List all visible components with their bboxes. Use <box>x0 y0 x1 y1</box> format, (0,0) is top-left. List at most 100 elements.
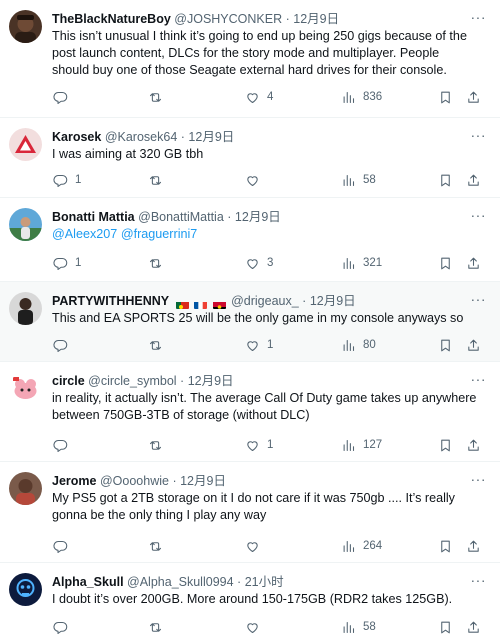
like-button[interactable] <box>245 536 267 556</box>
views-button[interactable]: 321 <box>341 253 382 273</box>
bookmark-button[interactable] <box>438 170 453 190</box>
bookmark-button[interactable] <box>438 253 453 273</box>
tweet-header: TheBlackNatureBoy @JOSHYCONKER · 12月9日 <box>52 10 470 28</box>
like-button[interactable]: 4 <box>245 87 273 107</box>
bookmark-icon <box>438 256 453 271</box>
avatar[interactable] <box>9 472 42 505</box>
reply-tweet[interactable]: circle @circle_symbol · 12月9日 ··· in rea… <box>0 362 500 462</box>
user-handle[interactable]: @Alpha_Skull0994 <box>127 575 234 589</box>
share-button[interactable] <box>466 170 481 190</box>
share-button[interactable] <box>466 253 481 273</box>
share-button[interactable] <box>466 617 481 637</box>
display-name[interactable]: PARTYWITHHENNY <box>52 294 169 308</box>
retweet-button[interactable] <box>148 253 170 273</box>
bookmark-button[interactable] <box>438 617 453 637</box>
bookmark-button[interactable] <box>438 87 453 107</box>
views-button[interactable]: 58 <box>341 170 376 190</box>
views-button[interactable]: 80 <box>341 335 376 355</box>
share-button[interactable] <box>466 435 481 455</box>
reply-tweet[interactable]: Jerome @Oooohwie · 12月9日 ··· My PS5 got … <box>0 462 500 563</box>
avatar[interactable] <box>9 128 42 161</box>
mention-link[interactable]: @fraguerrini7 <box>121 227 198 241</box>
like-button[interactable]: 3 <box>245 253 273 273</box>
like-button[interactable] <box>245 617 267 637</box>
avatar[interactable] <box>9 573 42 606</box>
display-name[interactable]: Jerome <box>52 474 96 488</box>
views-button[interactable]: 58 <box>341 617 376 637</box>
display-name[interactable]: Karosek <box>52 130 101 144</box>
more-icon[interactable]: ··· <box>471 291 487 307</box>
bookmark-button[interactable] <box>438 435 453 455</box>
retweet-button[interactable] <box>148 87 170 107</box>
like-button[interactable] <box>245 170 267 190</box>
share-button[interactable] <box>466 87 481 107</box>
timestamp[interactable]: 12月9日 <box>188 130 234 144</box>
timestamp[interactable]: 12月9日 <box>180 474 226 488</box>
more-icon[interactable]: ··· <box>471 207 487 223</box>
separator: · <box>302 294 307 308</box>
like-button[interactable]: 1 <box>245 335 273 355</box>
more-icon[interactable]: ··· <box>471 9 487 25</box>
reply-button[interactable] <box>53 87 75 107</box>
retweet-button[interactable] <box>148 435 170 455</box>
more-icon[interactable]: ··· <box>471 127 487 143</box>
user-handle[interactable]: @Karosek64 <box>105 130 177 144</box>
user-handle[interactable]: @circle_symbol <box>88 374 176 388</box>
separator: · <box>172 474 177 488</box>
timestamp[interactable]: 12月9日 <box>188 374 234 388</box>
timestamp[interactable]: 21小时 <box>245 575 284 589</box>
reply-button[interactable] <box>53 617 75 637</box>
reply-button[interactable]: 1 <box>53 170 81 190</box>
mention-link[interactable]: @Aleex207 <box>52 227 117 241</box>
display-name[interactable]: Alpha_Skull <box>52 575 124 589</box>
share-button[interactable] <box>466 536 481 556</box>
retweet-button[interactable] <box>148 617 170 637</box>
timestamp[interactable]: 12月9日 <box>293 12 339 26</box>
tweet-header: Bonatti Mattia @BonattiMattia · 12月9日 <box>52 208 470 226</box>
reply-tweet[interactable]: TheBlackNatureBoy @JOSHYCONKER · 12月9日 ·… <box>0 0 500 118</box>
views-icon <box>341 90 356 105</box>
tweet-text: in reality, it actually isn’t. The avera… <box>52 391 477 422</box>
bookmark-icon <box>438 90 453 105</box>
reply-button[interactable]: 1 <box>53 253 81 273</box>
user-handle[interactable]: @drigeaux_ <box>231 294 299 308</box>
reply-tweet[interactable]: Alpha_Skull @Alpha_Skull0994 · 21小时 ··· … <box>0 563 500 643</box>
reply-button[interactable] <box>53 335 75 355</box>
views-button[interactable]: 836 <box>341 87 382 107</box>
reply-button[interactable] <box>53 435 75 455</box>
more-icon[interactable]: ··· <box>471 572 487 588</box>
heart-icon <box>245 256 260 271</box>
retweet-button[interactable] <box>148 536 170 556</box>
avatar[interactable] <box>9 372 42 405</box>
timestamp[interactable]: 12月9日 <box>310 294 356 308</box>
view-count: 58 <box>363 621 376 633</box>
retweet-button[interactable] <box>148 335 170 355</box>
retweet-button[interactable] <box>148 170 170 190</box>
tweet-header: Karosek @Karosek64 · 12月9日 <box>52 128 470 146</box>
like-button[interactable]: 1 <box>245 435 273 455</box>
avatar[interactable] <box>9 208 42 241</box>
display-name[interactable]: circle <box>52 374 85 388</box>
user-handle[interactable]: @JOSHYCONKER <box>174 12 282 26</box>
views-button[interactable]: 127 <box>341 435 382 455</box>
reply-tweet[interactable]: Karosek @Karosek64 · 12月9日 ··· I was aim… <box>0 118 500 198</box>
reply-tweet[interactable]: PARTYWITHHENNY @drigeaux_ · 12月9日 ··· Th… <box>0 282 500 362</box>
avatar[interactable] <box>9 10 42 43</box>
avatar[interactable] <box>9 292 42 325</box>
views-icon <box>341 256 356 271</box>
bookmark-icon <box>438 438 453 453</box>
more-icon[interactable]: ··· <box>471 371 487 387</box>
views-button[interactable]: 264 <box>341 536 382 556</box>
bookmark-button[interactable] <box>438 335 453 355</box>
bookmark-button[interactable] <box>438 536 453 556</box>
share-icon <box>466 173 481 188</box>
user-handle[interactable]: @Oooohwie <box>100 474 169 488</box>
share-button[interactable] <box>466 335 481 355</box>
user-handle[interactable]: @BonattiMattia <box>138 210 224 224</box>
display-name[interactable]: TheBlackNatureBoy <box>52 12 171 26</box>
display-name[interactable]: Bonatti Mattia <box>52 210 135 224</box>
reply-tweet[interactable]: Bonatti Mattia @BonattiMattia · 12月9日 ··… <box>0 198 500 282</box>
more-icon[interactable]: ··· <box>471 471 487 487</box>
reply-button[interactable] <box>53 536 75 556</box>
timestamp[interactable]: 12月9日 <box>235 210 281 224</box>
